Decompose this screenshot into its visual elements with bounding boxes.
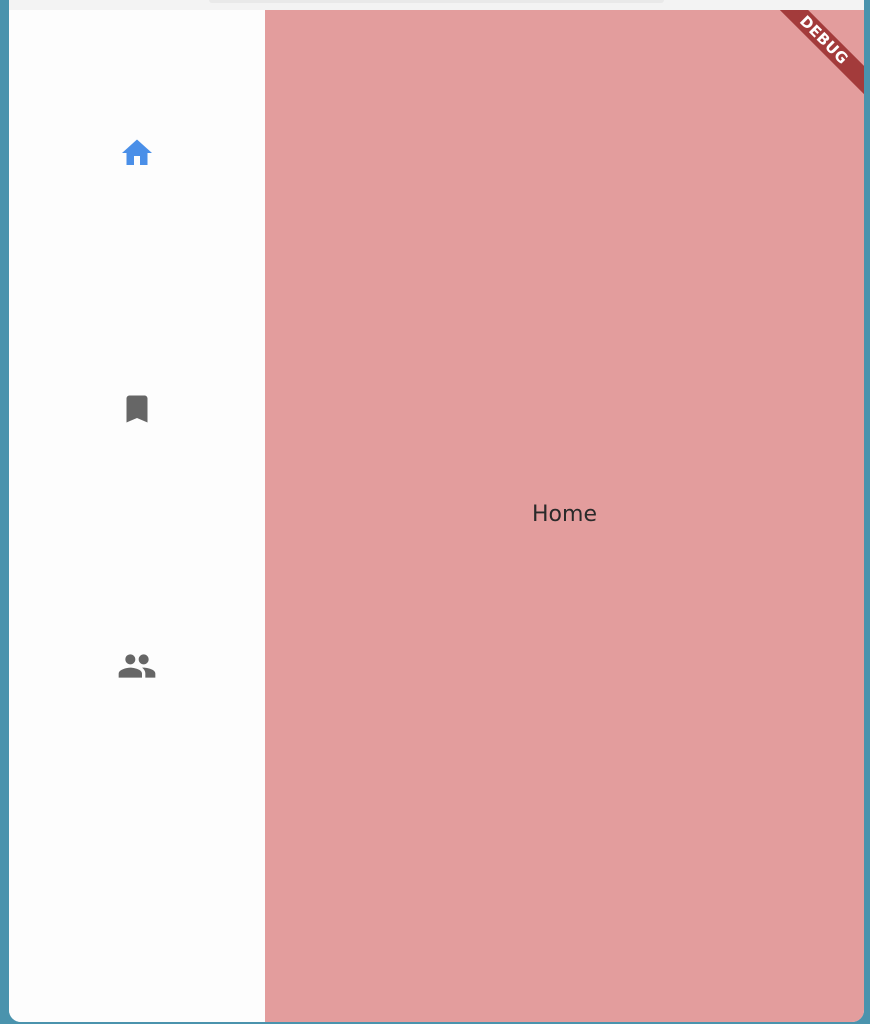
bookmark-icon (126, 395, 148, 423)
window-top-bar-handle (209, 0, 664, 3)
home-icon (122, 139, 152, 165)
page-title: Home (532, 502, 597, 527)
nav-item-home[interactable] (9, 113, 265, 193)
debug-banner: DEBUG (764, 10, 864, 110)
app-window: Home DEBUG (9, 0, 864, 1022)
content-area: Home DEBUG (265, 10, 864, 1022)
group-icon (118, 654, 156, 678)
nav-item-group[interactable] (9, 626, 265, 706)
navigation-rail (9, 10, 265, 1022)
debug-ribbon-label: DEBUG (767, 10, 864, 97)
nav-item-bookmark[interactable] (9, 369, 265, 449)
